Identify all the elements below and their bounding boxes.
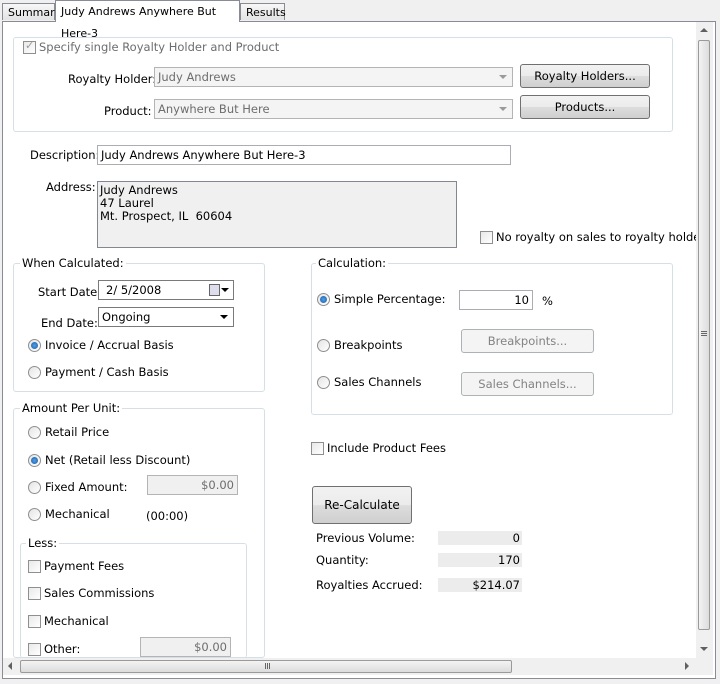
tab-judy-andrews[interactable]: Judy Andrews Anywhere But Here-3 xyxy=(55,0,240,40)
start-date-picker[interactable]: 2/ 5/2008 xyxy=(98,280,234,300)
sales-commissions-checkbox[interactable] xyxy=(28,587,41,600)
start-date-label: Start Date: xyxy=(38,285,102,299)
invoice-label: Invoice / Accrual Basis xyxy=(45,338,174,352)
payment-fees-checkbox[interactable] xyxy=(28,560,41,573)
mechanical-radio[interactable] xyxy=(28,508,41,521)
other-checkbox[interactable] xyxy=(28,643,41,656)
horizontal-scroll-thumb[interactable] xyxy=(20,660,512,673)
chevron-down-icon xyxy=(499,75,507,79)
product-value: Anywhere But Here xyxy=(158,102,270,116)
royalty-holder-combo[interactable]: Judy Andrews xyxy=(154,67,513,87)
scrollbar-corner xyxy=(696,658,713,675)
breakpoints-radio[interactable] xyxy=(317,339,330,352)
amount-per-unit-title: Amount Per Unit: xyxy=(20,401,123,415)
horizontal-scrollbar[interactable] xyxy=(3,658,696,675)
fixed-amount-label: Fixed Amount: xyxy=(45,480,128,494)
simple-percentage-radio[interactable] xyxy=(317,293,330,306)
tab-bar: Summary Judy Andrews Anywhere But Here-3… xyxy=(0,0,720,40)
sales-commissions-label: Sales Commissions xyxy=(44,586,155,600)
calendar-icon xyxy=(209,284,220,296)
address-textarea[interactable]: Judy Andrews 47 Laurel Mt. Prospect, IL … xyxy=(97,181,457,248)
breakpoints-label: Breakpoints xyxy=(334,338,403,352)
previous-volume-label: Previous Volume: xyxy=(316,531,415,545)
payment-fees-label: Payment Fees xyxy=(44,559,125,573)
chevron-down-icon xyxy=(499,107,507,111)
vertical-scrollbar[interactable] xyxy=(696,22,713,658)
less-title: Less: xyxy=(26,536,60,550)
start-date-value: 2/ 5/2008 xyxy=(106,283,162,297)
scroll-down-icon[interactable] xyxy=(700,647,708,651)
include-fees-label: Include Product Fees xyxy=(327,441,446,455)
simple-percentage-label: Simple Percentage: xyxy=(334,292,446,306)
chevron-down-icon xyxy=(221,288,229,292)
payment-radio[interactable] xyxy=(28,366,41,379)
product-label: Product: xyxy=(104,104,152,118)
royalties-accrued-value: $214.07 xyxy=(438,578,522,592)
when-calculated-title: When Calculated: xyxy=(20,256,126,270)
percent-sign: % xyxy=(542,294,553,308)
royalty-holders-button[interactable]: Royalty Holders... xyxy=(520,64,650,88)
chevron-down-icon xyxy=(220,315,228,319)
other-label: Other: xyxy=(44,642,81,656)
tab-summary[interactable]: Summary xyxy=(2,3,61,20)
less-mechanical-label: Mechanical xyxy=(44,614,109,628)
vertical-scroll-thumb[interactable] xyxy=(698,40,710,630)
previous-volume-value: 0 xyxy=(438,531,522,545)
fixed-amount-input[interactable]: $0.00 xyxy=(147,475,238,495)
invoice-radio[interactable] xyxy=(28,339,41,352)
sales-channels-label: Sales Channels xyxy=(334,375,422,389)
retail-price-radio[interactable] xyxy=(28,426,41,439)
fixed-amount-radio[interactable] xyxy=(28,481,41,494)
royalty-holder-value: Judy Andrews xyxy=(158,70,236,84)
product-combo[interactable]: Anywhere But Here xyxy=(154,99,513,119)
less-mechanical-checkbox[interactable] xyxy=(28,615,41,628)
royalty-holder-label: Royalty Holder: xyxy=(68,72,157,86)
calculation-title: Calculation: xyxy=(316,256,389,270)
end-date-value: Ongoing xyxy=(102,310,151,324)
products-button[interactable]: Products... xyxy=(520,95,650,119)
no-royalty-checkbox[interactable] xyxy=(480,231,493,244)
include-fees-checkbox[interactable] xyxy=(311,442,324,455)
scroll-right-icon[interactable] xyxy=(685,662,689,670)
net-label: Net (Retail less Discount) xyxy=(45,453,191,467)
description-label: Description: xyxy=(30,148,100,162)
tab-results[interactable]: Results xyxy=(240,3,286,20)
scroll-up-icon[interactable] xyxy=(700,28,708,32)
payment-label: Payment / Cash Basis xyxy=(45,365,169,379)
sales-channels-radio[interactable] xyxy=(317,376,330,389)
end-date-label: End Date: xyxy=(41,316,98,330)
no-royalty-label: No royalty on sales to royalty holder xyxy=(496,230,706,244)
quantity-value: 170 xyxy=(438,553,522,567)
recalculate-button[interactable]: Re-Calculate xyxy=(312,486,412,524)
percentage-input[interactable]: 10 xyxy=(459,290,533,310)
other-input[interactable]: $0.00 xyxy=(140,637,231,657)
mechanical-value: (00:00) xyxy=(146,509,189,523)
quantity-label: Quantity: xyxy=(316,553,369,567)
end-date-combo[interactable]: Ongoing xyxy=(98,307,234,327)
description-input[interactable]: Judy Andrews Anywhere But Here-3 xyxy=(97,145,511,165)
mechanical-label: Mechanical xyxy=(45,507,110,521)
address-label: Address: xyxy=(46,180,96,194)
royalties-accrued-label: Royalties Accrued: xyxy=(316,578,423,592)
breakpoints-button[interactable]: Breakpoints... xyxy=(461,329,594,353)
specify-single-checkbox[interactable] xyxy=(23,39,36,54)
retail-price-label: Retail Price xyxy=(45,425,110,439)
net-radio[interactable] xyxy=(28,454,41,467)
sales-channels-button[interactable]: Sales Channels... xyxy=(461,372,594,396)
scroll-left-icon[interactable] xyxy=(8,662,12,670)
